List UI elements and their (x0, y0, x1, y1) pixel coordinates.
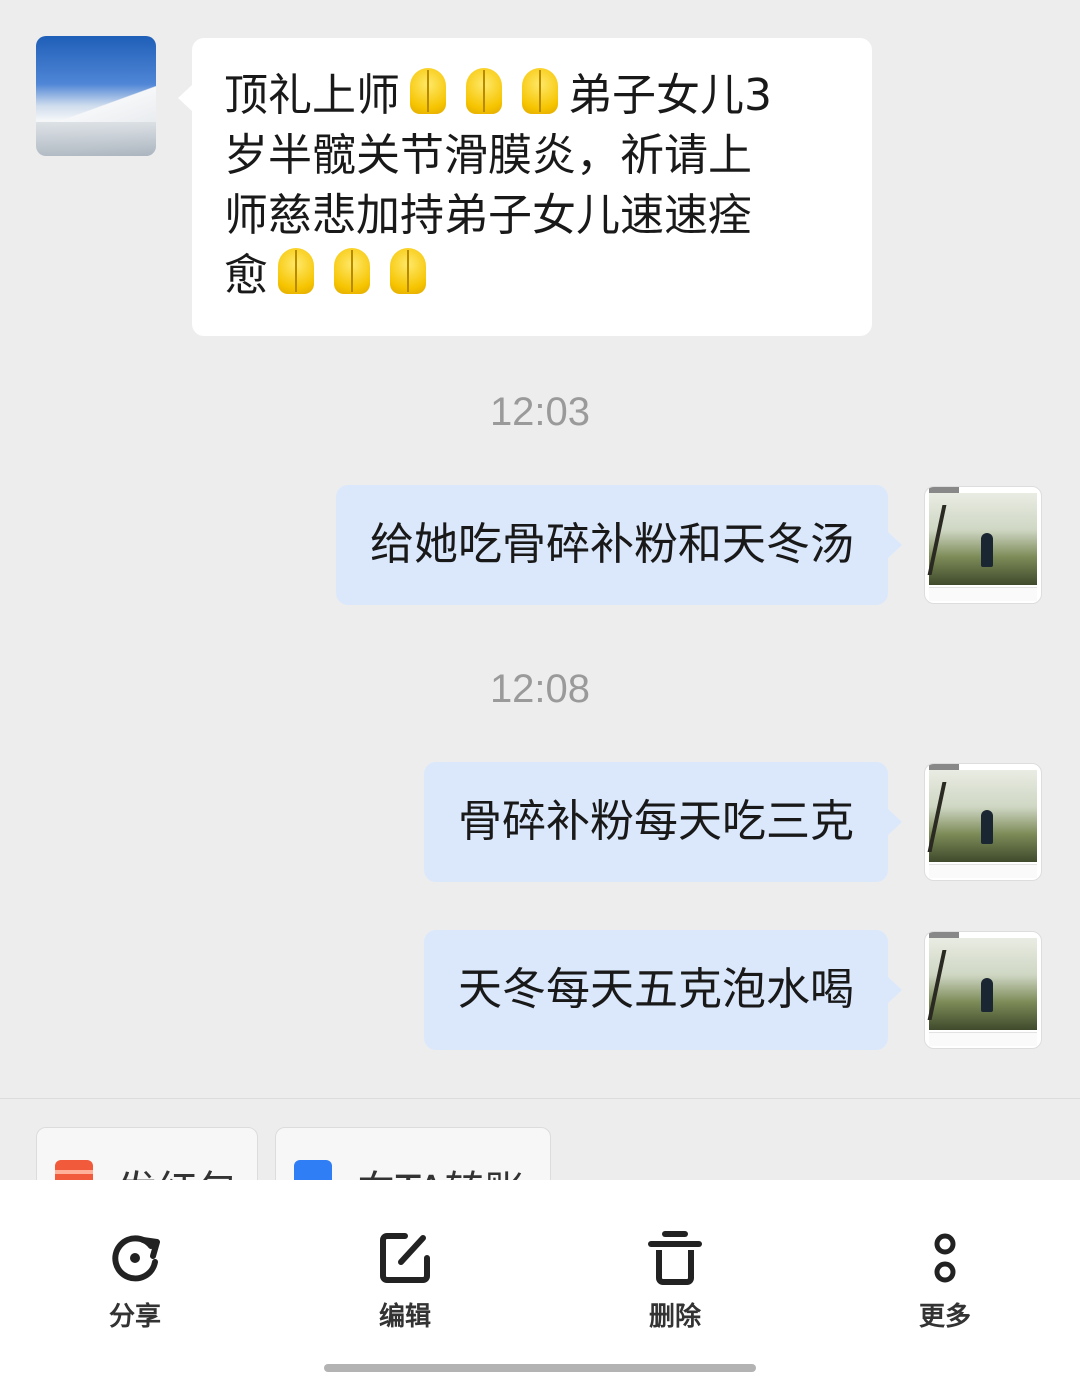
red-packet-button[interactable]: 发红包 (36, 1127, 258, 1180)
message-line: 师慈悲加持弟子女儿速速痊 (224, 190, 752, 241)
edit-icon (380, 1233, 430, 1283)
more-icon (934, 1233, 956, 1283)
delete-label: 删除 (648, 1302, 701, 1332)
praying-hands-emoji (400, 66, 456, 120)
share-button[interactable]: 分享 (65, 1228, 205, 1333)
praying-hands-emoji (456, 66, 512, 120)
my-avatar[interactable] (924, 931, 1042, 1049)
timestamp: 12:03 (489, 390, 591, 434)
bottom-action-toolbar: 分享 编辑 删除 更多 (0, 1180, 1080, 1378)
more-button[interactable]: 更多 (875, 1228, 1015, 1333)
edit-label: 编辑 (378, 1302, 431, 1332)
red-packet-label: 发红包 (117, 1158, 237, 1180)
praying-hands-emoji (324, 246, 380, 300)
quick-action-panel: 发红包 向TA转账 (0, 1098, 1080, 1180)
more-label: 更多 (918, 1302, 971, 1332)
chat-area: 顶礼上师 弟子女儿3 岁半髋关节滑膜炎，祈请上 师慈悲加持弟子女儿速速痊 愈 12… (0, 0, 1080, 1098)
outgoing-message-bubble[interactable]: 给她吃骨碎补粉和天冬汤 (336, 485, 902, 605)
share-label: 分享 (108, 1302, 161, 1332)
my-avatar[interactable] (924, 763, 1042, 881)
outgoing-message-bubble[interactable]: 天冬每天五克泡水喝 (424, 930, 902, 1050)
transfer-icon (294, 1160, 332, 1180)
share-icon (112, 1235, 160, 1282)
my-avatar[interactable] (924, 486, 1042, 604)
contact-avatar[interactable] (36, 36, 156, 156)
timestamp: 12:08 (489, 667, 591, 711)
transfer-button[interactable]: 向TA转账 (275, 1127, 551, 1180)
home-indicator[interactable] (324, 1364, 756, 1372)
transfer-label: 向TA转账 (356, 1158, 525, 1180)
delete-icon (648, 1231, 702, 1285)
praying-hands-emoji (380, 246, 436, 300)
edit-button[interactable]: 编辑 (335, 1228, 475, 1333)
red-packet-icon (55, 1160, 93, 1180)
outgoing-message-bubble[interactable]: 骨碎补粉每天吃三克 (424, 762, 902, 882)
delete-button[interactable]: 删除 (605, 1228, 745, 1333)
praying-hands-emoji (268, 246, 324, 300)
message-line: 顶礼上师 弟子女儿3 (224, 66, 836, 126)
message-line: 愈 (224, 246, 836, 306)
message-line: 岁半髋关节滑膜炎，祈请上 (224, 130, 752, 181)
incoming-message-bubble[interactable]: 顶礼上师 弟子女儿3 岁半髋关节滑膜炎，祈请上 师慈悲加持弟子女儿速速痊 愈 (178, 38, 872, 336)
praying-hands-emoji (512, 66, 568, 120)
